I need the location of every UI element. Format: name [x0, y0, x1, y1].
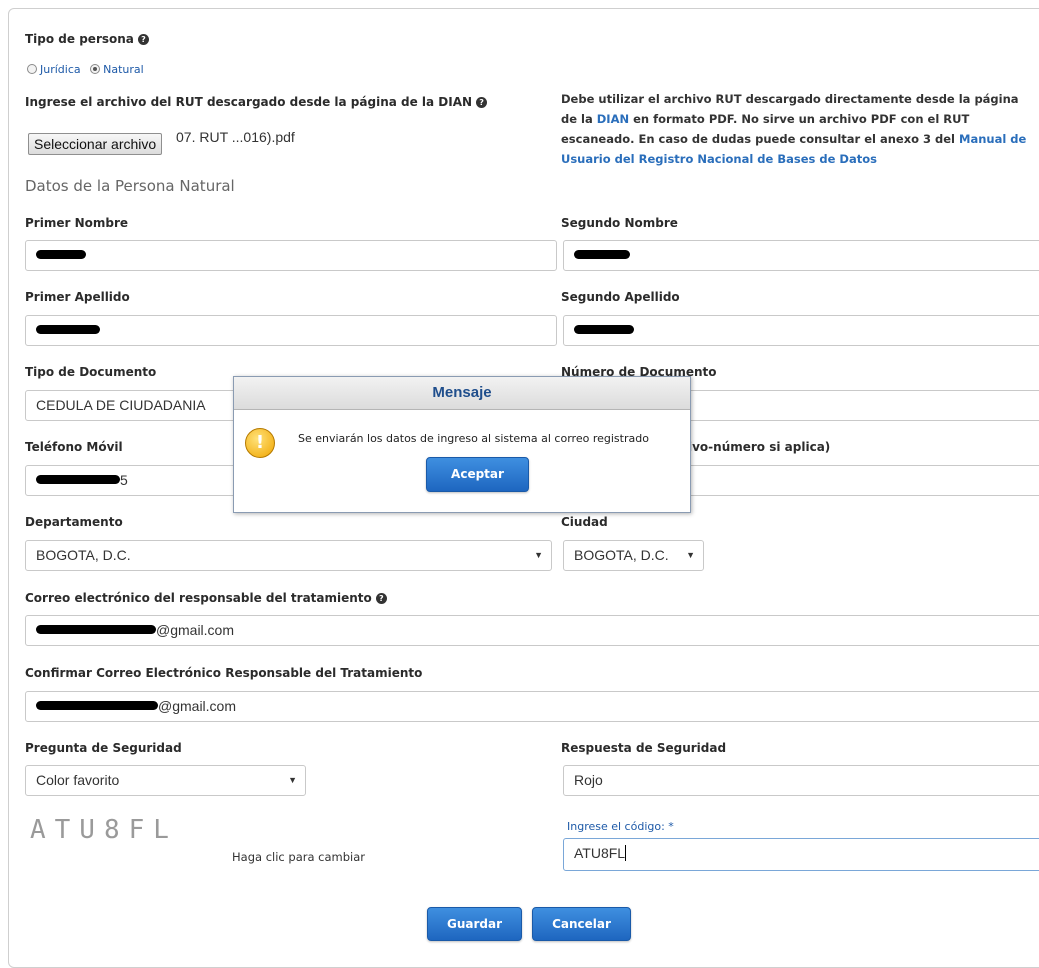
telefono-fijo-label: ivo-número si aplica) [688, 440, 831, 454]
departamento-label: Departamento [25, 515, 123, 529]
radio-juridica[interactable] [27, 64, 37, 74]
telefono-movil-label: Teléfono Móvil [25, 440, 123, 454]
help-icon[interactable]: ? [137, 34, 149, 45]
rut-note: Debe utilizar el archivo RUT descargado … [561, 92, 1027, 166]
correo-input[interactable]: @gmail.com [25, 615, 1039, 646]
segundo-nombre-label: Segundo Nombre [561, 216, 678, 230]
chevron-down-icon: ▼ [686, 550, 695, 560]
warning-icon: ! [245, 428, 275, 458]
help-icon[interactable]: ? [375, 593, 387, 604]
dian-link[interactable]: DIAN [597, 112, 629, 126]
segundo-apellido-label: Segundo Apellido [561, 290, 680, 304]
rut-label: Ingrese el archivo del RUT descargado de… [25, 95, 488, 109]
ciudad-label: Ciudad [561, 515, 608, 529]
tipo-persona-radio-group: Jurídica Natural [27, 63, 144, 76]
primer-apellido-input[interactable] [25, 315, 557, 346]
radio-juridica-label[interactable]: Jurídica [40, 63, 81, 76]
code-input[interactable]: ATU8FL [563, 838, 1039, 871]
primer-apellido-label: Primer Apellido [25, 290, 130, 304]
save-button[interactable]: Guardar [427, 907, 522, 941]
departamento-select[interactable]: BOGOTA, D.C. ▼ [25, 540, 552, 571]
tipo-persona-label: Tipo de persona? [25, 32, 149, 46]
chevron-down-icon: ▼ [288, 775, 297, 785]
help-icon[interactable]: ? [476, 97, 488, 108]
pregunta-select[interactable]: Color favorito ▼ [25, 765, 306, 796]
dialog-title: Mensaje [234, 377, 690, 410]
accept-button[interactable]: Aceptar [426, 457, 529, 492]
radio-natural-label[interactable]: Natural [103, 63, 144, 76]
respuesta-input[interactable]: Rojo [563, 765, 1039, 796]
confirmar-correo-label: Confirmar Correo Electrónico Responsable… [25, 666, 423, 680]
selected-file-name: 07. RUT ...016).pdf [176, 129, 295, 145]
cancel-button[interactable]: Cancelar [532, 907, 631, 941]
captcha-change-hint[interactable]: Haga clic para cambiar [232, 850, 365, 864]
code-label: Ingrese el código: * [567, 820, 674, 833]
radio-natural[interactable] [90, 64, 101, 74]
captcha-image[interactable]: ATU8FL [30, 815, 178, 845]
primer-nombre-label: Primer Nombre [25, 216, 129, 230]
ciudad-select[interactable]: BOGOTA, D.C. ▼ [563, 540, 704, 571]
select-file-button[interactable]: Seleccionar archivo [28, 133, 163, 155]
pregunta-label: Pregunta de Seguridad [25, 741, 182, 755]
segundo-apellido-input[interactable] [563, 315, 1039, 346]
correo-label: Correo electrónico del responsable del t… [25, 591, 387, 605]
chevron-down-icon: ▼ [534, 550, 543, 560]
dialog-message: Se enviarán los datos de ingreso al sist… [298, 432, 649, 445]
respuesta-label: Respuesta de Seguridad [561, 741, 727, 755]
segundo-nombre-input[interactable] [563, 240, 1039, 271]
confirmar-correo-input[interactable]: @gmail.com [25, 691, 1039, 722]
tipo-documento-label: Tipo de Documento [25, 365, 157, 379]
message-dialog: Mensaje ! Se enviarán los datos de ingre… [233, 376, 691, 513]
section-title: Datos de la Persona Natural [25, 177, 235, 195]
primer-nombre-input[interactable] [25, 240, 557, 271]
